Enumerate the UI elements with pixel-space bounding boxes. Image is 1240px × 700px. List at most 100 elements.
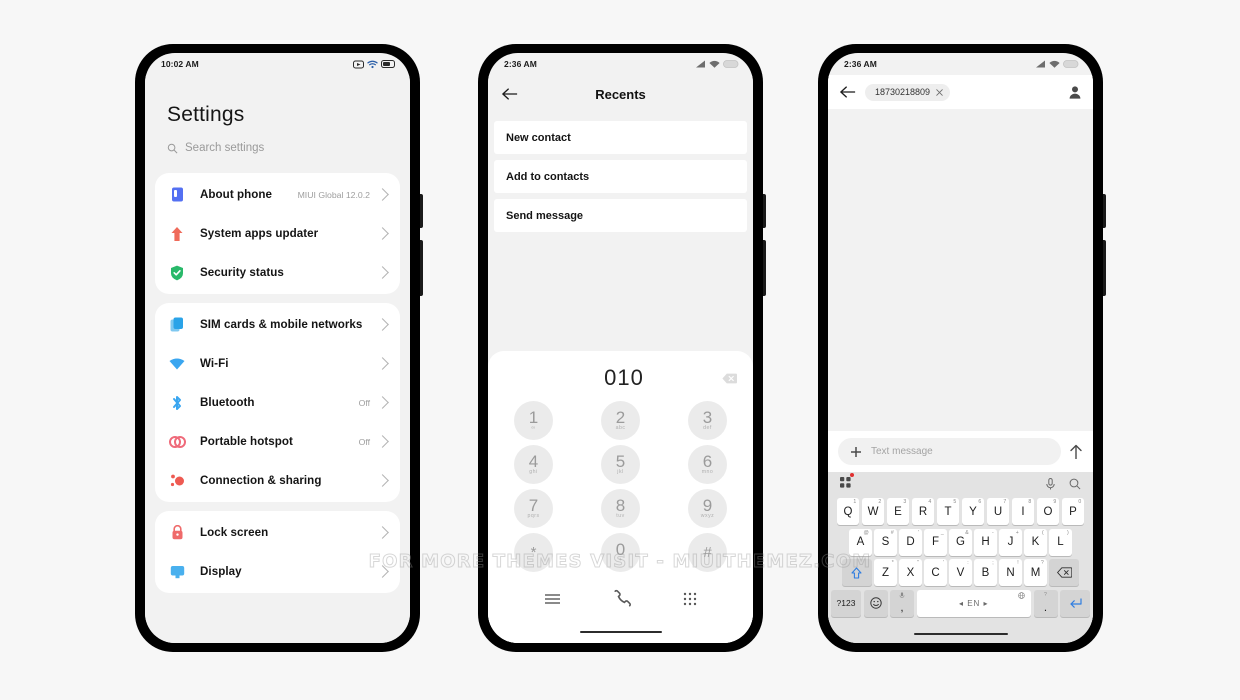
key-digit: 8 [615, 496, 626, 515]
backspace-icon[interactable] [722, 373, 737, 384]
send-arrow-icon[interactable] [1069, 444, 1083, 460]
key-label: L [1057, 536, 1064, 548]
settings-row-connection-sharing[interactable]: Connection & sharing [155, 461, 400, 500]
settings-row-label: Lock screen [200, 526, 269, 539]
search-icon[interactable] [1069, 478, 1081, 490]
key-N[interactable]: ! N [999, 559, 1022, 586]
space-key[interactable]: ◂ EN ▸ [916, 589, 1031, 617]
key-V[interactable]: :V [949, 559, 972, 586]
key-Z[interactable]: * Z [874, 559, 897, 586]
keyboard-toolbar [828, 472, 1093, 495]
dialpad-key-hash[interactable]: # [688, 533, 727, 572]
key-A[interactable]: @ A [849, 528, 872, 556]
back-arrow-icon[interactable] [840, 85, 856, 99]
wifi-icon [1049, 60, 1060, 68]
key-K[interactable]: (K [1024, 528, 1047, 556]
key-M[interactable]: ? M [1024, 559, 1047, 586]
microphone-icon[interactable] [1046, 477, 1055, 490]
dialpad-key-3[interactable]: 3 def [688, 401, 727, 440]
key-sup: # [890, 529, 894, 536]
dialpad-key-6[interactable]: 6 mno [688, 445, 727, 484]
emoji-key[interactable] [863, 589, 888, 617]
key-P[interactable]: 0P [1061, 498, 1085, 525]
menu-item-send-message[interactable]: Send message [494, 199, 747, 232]
settings-row-wifi[interactable]: Wi-Fi [155, 344, 400, 383]
contact-person-icon[interactable] [1069, 85, 1081, 99]
key-S[interactable]: # S [874, 528, 897, 556]
dialpad-key-0[interactable]: 0 + [601, 533, 640, 572]
shift-key[interactable] [841, 559, 872, 586]
settings-row-about-phone[interactable]: About phone MIUI Global 12.0.2 [155, 175, 400, 214]
key-Q[interactable]: 1Q [836, 498, 860, 525]
dialpad-key-star[interactable]: * [514, 533, 553, 572]
settings-row-display[interactable]: Display [155, 552, 400, 591]
key-label: . [1043, 601, 1048, 614]
message-input[interactable]: Text message [838, 438, 1061, 465]
key-digit: 3 [702, 408, 713, 427]
key-sup: - [992, 529, 994, 536]
key-Y[interactable]: 6Y [961, 498, 985, 525]
dialpad-key-7[interactable]: 7 pqrs [514, 489, 553, 528]
battery-icon [1063, 60, 1079, 68]
backspace-key[interactable] [1049, 559, 1080, 586]
settings-row-portable-hotspot[interactable]: Portable hotspot Off [155, 422, 400, 461]
key-I[interactable]: 8I [1011, 498, 1035, 525]
apps-grid-icon[interactable] [840, 472, 854, 493]
dialpad-key-8[interactable]: 8 tuv [601, 489, 640, 528]
key-R[interactable]: 4R [911, 498, 935, 525]
dialpad-key-9[interactable]: 9 wxyz [688, 489, 727, 528]
enter-key[interactable] [1060, 589, 1090, 617]
key-B[interactable]: ; B [974, 559, 997, 586]
search-icon [167, 143, 178, 153]
status-bar: 2:36 AM [488, 53, 753, 75]
symbols-key[interactable]: ?123 [831, 589, 861, 617]
key-T[interactable]: 5T [936, 498, 960, 525]
settings-row-label: Connection & sharing [200, 474, 322, 487]
period-key[interactable]: ? . [1033, 589, 1058, 617]
key-F[interactable]: _ F [924, 528, 947, 556]
recipient-chip[interactable]: 18730218809 [865, 83, 951, 101]
settings-row-sim-cards[interactable]: SIM cards & mobile networks [155, 305, 400, 344]
key-J[interactable]: + J [999, 528, 1022, 556]
dialpad-key-5[interactable]: 5 jkl [601, 445, 640, 484]
plus-icon[interactable] [850, 446, 862, 458]
wifi-icon [166, 358, 188, 370]
settings-row-system-apps-updater[interactable]: System apps updater [155, 214, 400, 253]
key-letters: jkl [617, 469, 624, 475]
close-icon[interactable] [936, 88, 943, 96]
key-O[interactable]: 9O [1036, 498, 1060, 525]
on-screen-keyboard: 1Q 2W 3E 4R 5T 6Y 7U 8I 9O 0P @ A # S ' … [828, 495, 1093, 625]
key-H[interactable]: -H [974, 528, 997, 556]
call-icon[interactable] [612, 589, 632, 609]
key-C[interactable]: ' C [924, 559, 947, 586]
settings-row-value: Off [358, 436, 370, 447]
menu-icon[interactable] [544, 593, 561, 605]
settings-row-value: Off [358, 397, 370, 408]
key-W[interactable]: 2W [861, 498, 885, 525]
settings-row-security-status[interactable]: Security status [155, 253, 400, 292]
menu-item-add-to-contacts[interactable]: Add to contacts [494, 160, 747, 193]
key-sup: * [891, 560, 894, 566]
key-digit: 2 [615, 408, 626, 427]
menu-item-new-contact[interactable]: New contact [494, 121, 747, 154]
dialpad-key-2[interactable]: 2 abc [601, 401, 640, 440]
dialpad-key-4[interactable]: 4 ghi [514, 445, 553, 484]
back-arrow-icon[interactable] [502, 86, 518, 102]
settings-row-label: System apps updater [200, 227, 319, 240]
key-E[interactable]: 3E [886, 498, 910, 525]
key-U[interactable]: 7U [986, 498, 1010, 525]
comma-key[interactable]: , [890, 589, 914, 617]
settings-row-lock-screen[interactable]: Lock screen [155, 513, 400, 552]
dialpad-icon[interactable] [683, 592, 697, 606]
key-X[interactable]: " X [899, 559, 922, 586]
dialer-screen: 2:36 AM Recents New contact Add to conta… [488, 53, 753, 643]
key-G[interactable]: & G [949, 528, 972, 556]
search-input[interactable]: Search settings [167, 137, 388, 159]
keyboard-row-1: 1Q 2W 3E 4R 5T 6Y 7U 8I 9O 0P [831, 498, 1090, 525]
dialpad-key-1[interactable]: 1 ∞ [514, 401, 553, 440]
sim-card-icon [166, 317, 188, 332]
key-L[interactable]: ) L [1049, 528, 1072, 556]
settings-row-bluetooth[interactable]: Bluetooth Off [155, 383, 400, 422]
key-D[interactable]: ' D [899, 528, 922, 556]
